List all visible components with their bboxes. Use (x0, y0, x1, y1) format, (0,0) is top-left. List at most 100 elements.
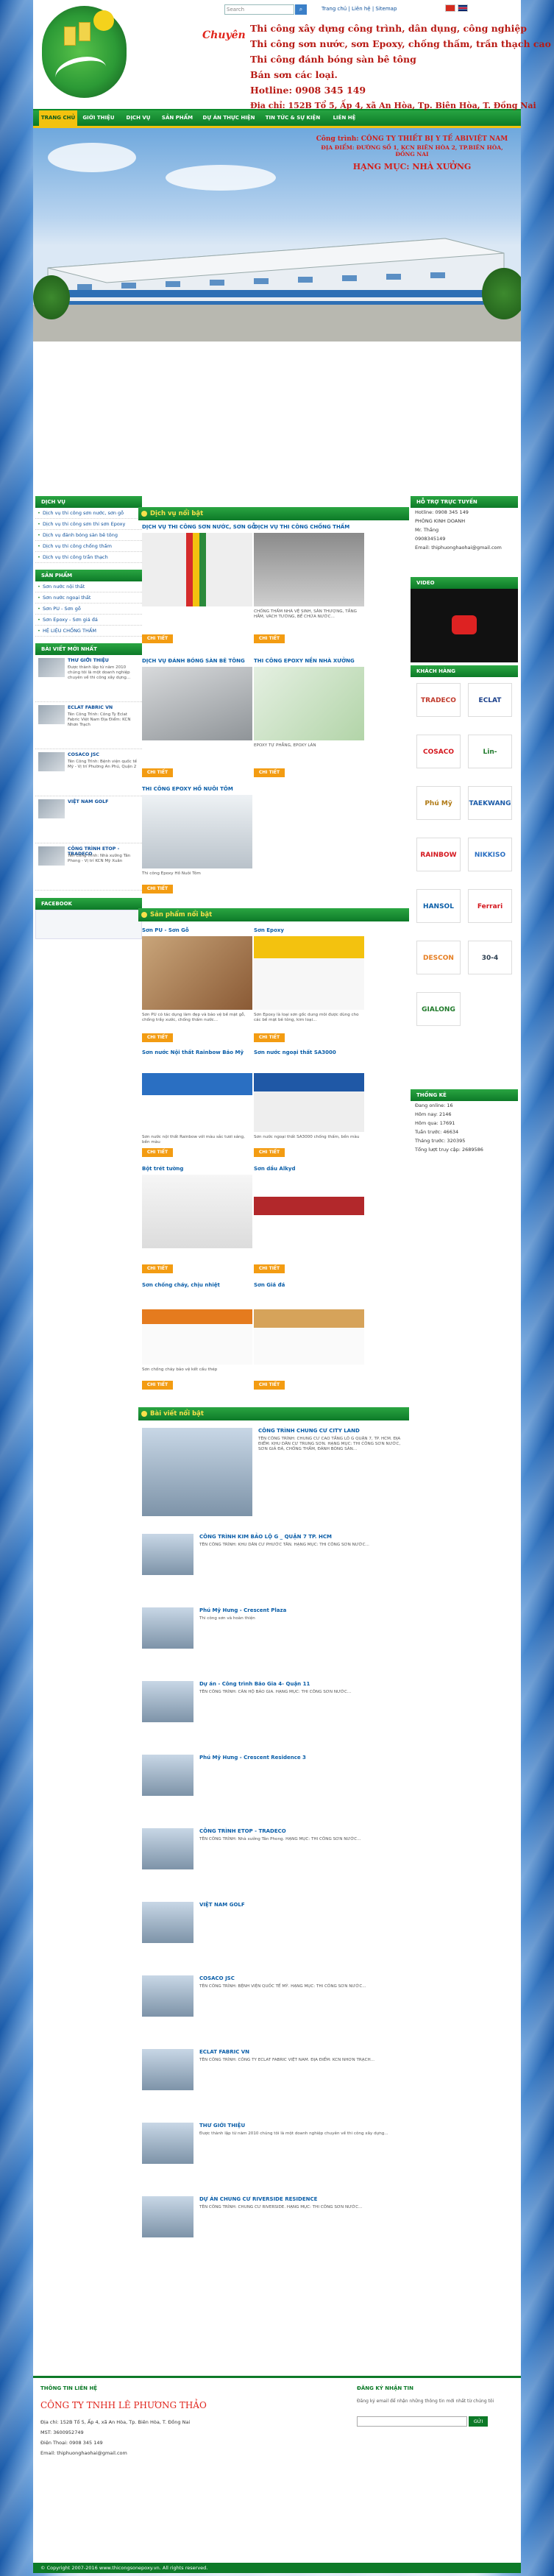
article-thumbnail[interactable] (142, 1828, 193, 1869)
product-title[interactable]: Sơn nước ngoại thất SA3000 (254, 1050, 336, 1055)
service-image[interactable] (254, 533, 364, 606)
article-title[interactable]: Dự án - Công trình Bảo Gia 4- Quận 11 (199, 1681, 310, 1687)
partner-logo[interactable]: GIALONG (416, 992, 461, 1026)
partner-logo[interactable]: HANSOL (416, 889, 461, 923)
nav-services[interactable]: DỊCH VỤ (120, 110, 157, 126)
service-title[interactable]: DỊCH VỤ ĐÁNH BÓNG SÀN BÊ TÔNG (142, 658, 245, 664)
product-title[interactable]: Sơn nước Nội thất Rainbow Bảo Mỹ (142, 1050, 244, 1055)
top-links[interactable]: Trang chủ | Liên hệ | Sitemap (322, 6, 397, 12)
english-flag-icon[interactable] (458, 4, 468, 12)
sidebar-item[interactable]: Sơn PU - Sơn gỗ (35, 604, 142, 615)
news-title[interactable]: COSACO JSC (68, 752, 138, 757)
news-item[interactable]: CÔNG TRÌNH ETOP - TRADECO Tên Công Trình:… (35, 843, 142, 891)
newsletter-email-input[interactable] (357, 2416, 467, 2427)
footer-email[interactable]: Email: thiphuonghaohai@gmail.com (40, 2450, 127, 2456)
article-image[interactable] (142, 1428, 252, 1516)
site-logo[interactable] (42, 6, 127, 98)
news-title[interactable]: VIỆT NAM GOLF (68, 799, 138, 804)
service-title[interactable]: THI CÔNG EPOXY NỀN NHÀ XƯỞNG (254, 658, 355, 664)
article-title[interactable]: Phú Mỹ Hưng - Crescent Residence 3 (199, 1755, 306, 1761)
detail-button[interactable]: CHI TIẾT (142, 768, 173, 777)
partner-logo[interactable]: RAINBOW (416, 838, 461, 871)
article-thumbnail[interactable] (142, 1755, 193, 1796)
sidebar-item[interactable]: Dịch vụ thi công trần thạch (35, 552, 142, 563)
newsletter-submit-button[interactable]: GỬI (469, 2416, 488, 2427)
search-input[interactable]: Search (224, 4, 294, 15)
product-title[interactable]: Sơn chống cháy, chịu nhiệt (142, 1282, 220, 1288)
video-player[interactable] (411, 589, 518, 662)
detail-button[interactable]: CHI TIẾT (142, 1381, 173, 1390)
nav-products[interactable]: SẢN PHẨM (158, 110, 196, 126)
product-image[interactable] (142, 1291, 252, 1365)
service-image[interactable] (142, 533, 252, 606)
nav-projects[interactable]: DỰ ÁN THỰC HIỆN (198, 110, 260, 126)
article-thumbnail[interactable] (142, 1534, 193, 1575)
nav-contact[interactable]: LIÊN HỆ (326, 110, 363, 126)
product-title[interactable]: Sơn dầu Alkyd (254, 1166, 295, 1172)
article-title[interactable]: ECLAT FABRIC VN (199, 2049, 249, 2055)
sidebar-item[interactable]: HỆ LIỆU CHỐNG THẤM (35, 626, 142, 637)
detail-button[interactable]: CHI TIẾT (254, 1381, 285, 1390)
partner-logo[interactable]: COSACO (416, 735, 461, 768)
partner-logo[interactable]: Lin-Precision (468, 735, 512, 768)
partner-logo[interactable]: ECLAT (468, 683, 512, 717)
news-item[interactable]: THƯ GIỚI THIỆU Được thành lập từ năm 2010… (35, 655, 142, 702)
partner-logo[interactable]: Ferrari (468, 889, 512, 923)
detail-button[interactable]: CHI TIẾT (142, 1033, 173, 1042)
article-title[interactable]: CÔNG TRÌNH CHUNG CƯ CITY LAND (258, 1428, 360, 1434)
product-title[interactable]: Sơn Giả đá (254, 1282, 285, 1288)
news-title[interactable]: ECLAT FABRIC VN (68, 705, 138, 710)
article-thumbnail[interactable] (142, 1975, 193, 2017)
search-button[interactable]: ⌕ (295, 4, 307, 15)
detail-button[interactable]: CHI TIẾT (142, 1148, 173, 1157)
article-title[interactable]: VIỆT NAM GOLF (199, 1902, 245, 1908)
sidebar-item[interactable]: Sơn nước nội thất (35, 581, 142, 592)
detail-button[interactable]: CHI TIẾT (142, 634, 173, 643)
partner-logo[interactable]: DESCON (416, 941, 461, 974)
article-title[interactable]: COSACO JSC (199, 1975, 235, 1981)
article-thumbnail[interactable] (142, 1681, 193, 1722)
article-thumbnail[interactable] (142, 2196, 193, 2237)
news-title[interactable]: THƯ GIỚI THIỆU (68, 658, 138, 663)
product-image[interactable] (142, 936, 252, 1010)
detail-button[interactable]: CHI TIẾT (254, 768, 285, 777)
sidebar-item[interactable]: Dịch vụ thi công chống thấm (35, 541, 142, 552)
product-image[interactable] (142, 1175, 252, 1248)
article-thumbnail[interactable] (142, 2049, 193, 2090)
article-title[interactable]: CÔNG TRÌNH KIM BẢO LỘ G _ QUẬN 7 TP. HCM (199, 1534, 332, 1540)
sidebar-item[interactable]: Dịch vụ đánh bóng sàn bê tông (35, 530, 142, 541)
detail-button[interactable]: CHI TIẾT (254, 1264, 285, 1273)
partner-logo[interactable]: TAEKWANG (468, 786, 512, 820)
facebook-widget[interactable] (35, 910, 142, 939)
article-title[interactable]: Phú Mỹ Hưng - Crescent Plaza (199, 1607, 286, 1613)
nav-news[interactable]: TIN TỨC & SỰ KIỆN (261, 110, 324, 126)
vietnam-flag-icon[interactable] (445, 4, 455, 12)
partner-logo[interactable]: 30-4 (468, 941, 512, 974)
partner-logo[interactable]: TRADECO (416, 683, 461, 717)
play-button-icon[interactable] (452, 615, 477, 634)
support-email[interactable]: Email: thiphuonghaohai@gmail.com (411, 543, 518, 552)
product-image[interactable] (254, 936, 364, 1010)
service-title[interactable]: THI CÔNG EPOXY HỒ NUÔI TÔM (142, 786, 233, 792)
sidebar-item[interactable]: Sơn Epoxy - Sơn giả đá (35, 615, 142, 626)
news-item[interactable]: COSACO JSC Tên Công Trình: Bệnh viện quốc… (35, 749, 142, 796)
service-image[interactable] (254, 667, 364, 740)
product-image[interactable] (254, 1175, 364, 1248)
service-title[interactable]: DỊCH VỤ THI CÔNG SƠN NƯỚC, SƠN GỖ (142, 524, 256, 530)
product-image[interactable] (142, 1058, 252, 1132)
product-image[interactable] (254, 1058, 364, 1132)
article-title[interactable]: CÔNG TRÌNH ETOP - TRADECO (199, 1828, 286, 1834)
detail-button[interactable]: CHI TIẾT (254, 634, 285, 643)
article-thumbnail[interactable] (142, 1607, 193, 1649)
detail-button[interactable]: CHI TIẾT (254, 1148, 285, 1157)
service-image[interactable] (142, 795, 252, 868)
detail-button[interactable]: CHI TIẾT (254, 1033, 285, 1042)
product-title[interactable]: Sơn Epoxy (254, 927, 284, 933)
detail-button[interactable]: CHI TIẾT (142, 1264, 173, 1273)
sidebar-item[interactable]: Dịch vụ thi công sơn nước, sơn gỗ (35, 508, 142, 519)
service-title[interactable]: DỊCH VỤ THI CÔNG CHỐNG THẤM (254, 524, 349, 530)
partner-logo[interactable]: Phú Mỹ Hưng (416, 786, 461, 820)
product-image[interactable] (254, 1291, 364, 1365)
nav-home[interactable]: TRANG CHỦ (39, 110, 77, 126)
detail-button[interactable]: CHI TIẾT (142, 885, 173, 894)
